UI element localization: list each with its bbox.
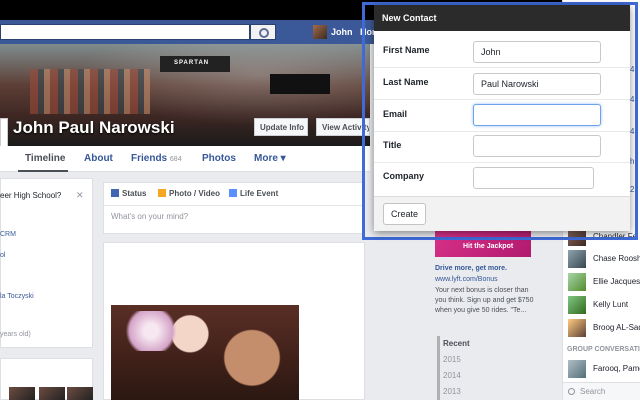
search-input[interactable] [0,24,250,40]
ad-title[interactable]: Drive more, get more. [435,265,507,272]
user-avatar[interactable] [313,25,327,39]
title-field[interactable] [473,135,601,157]
chat-contact-name: Ellie Jacques [593,277,640,286]
tab-photos[interactable]: Photos [202,153,236,164]
year-rail [437,336,440,400]
divider [374,67,630,68]
chat-contact-name: Chase Roosh [593,254,640,263]
chat-contact-name: Broog AL-Sad [593,323,640,332]
first-name-label: First Name [383,45,430,55]
new-contact-dialog: New Contact First Name Last Name Email T… [374,5,630,231]
avatar [568,273,586,291]
tab-friends[interactable]: Friends 684 [131,153,182,164]
life-event-option[interactable]: Life Event [229,189,278,198]
cover-banner-text: SPARTAN [174,60,210,66]
photo-video-label: Photo / Video [169,189,220,198]
create-button[interactable]: Create [383,203,426,225]
tab-more[interactable]: More ▾ [254,153,286,164]
photo-video-option[interactable]: Photo / Video [158,189,220,198]
left-photos-card [0,358,93,400]
divider [374,131,630,132]
year-item[interactable]: 2014 [443,371,461,380]
dialog-footer: Create [374,196,630,231]
profile-name[interactable]: John Paul Narowski [13,118,175,138]
intro-age: years old) [0,331,31,338]
title-label: Title [383,140,402,150]
divider [104,205,366,206]
email-label: Email [383,109,408,119]
company-label: Company [383,171,425,181]
profile-tabs: Timeline About Friends 684 Photos More ▾ [0,146,370,172]
email-field[interactable] [473,104,601,126]
year-item[interactable]: 2013 [443,387,461,396]
flag-icon [229,189,237,197]
intro-question: eer High School? [0,191,62,200]
ad-body: Your next bonus is closer than you think… [435,287,534,314]
pencil-icon [111,189,119,197]
chat-search-label: Search [580,387,606,396]
left-intro-card [0,178,93,348]
update-info-button[interactable]: Update Info [254,118,308,136]
camera-icon [158,189,166,197]
friends-count: 684 [169,156,182,163]
tab-timeline[interactable]: Timeline [25,153,65,164]
divider [374,99,630,100]
chat-contact[interactable]: Broog AL-Sad [566,319,640,337]
tab-about[interactable]: About [84,153,113,164]
last-name-label: Last Name [383,77,429,87]
cover-crowd [30,69,150,114]
photo-thumb[interactable] [39,387,65,400]
life-event-label: Life Event [240,189,279,198]
group-conversations-header: GROUP CONVERSATI [567,346,640,353]
avatar [568,296,586,314]
ad-url[interactable]: www.lyft.com/Bonus [435,276,498,283]
last-name-field[interactable] [473,73,601,95]
first-name-field[interactable] [473,41,601,63]
year-recent[interactable]: Recent [443,339,470,348]
tab-friends-label: Friends [131,153,168,164]
post-composer: Status Photo / Video Life Event What's o… [103,182,366,234]
chat-search[interactable]: Search [563,382,640,400]
cover-banner: SPARTAN [160,56,230,72]
tab-active-indicator [18,170,68,172]
year-item[interactable]: 2015 [443,355,461,364]
post-photo[interactable] [111,305,299,400]
timeline-post [103,242,365,400]
composer-input[interactable]: What's on your mind? [111,212,188,221]
company-field[interactable] [473,167,594,189]
status-option[interactable]: Status [111,189,146,198]
intro-link[interactable]: ol [0,252,5,259]
intro-link[interactable]: la Toczyski [0,293,34,300]
chat-contact-name: Kelly Lunt [593,300,629,309]
dialog-title: New Contact [382,13,437,23]
photo-thumb[interactable] [67,387,93,400]
dialog-header: New Contact [374,5,630,31]
photo-thumb[interactable] [9,387,35,400]
search-icon [568,388,575,395]
avatar [568,250,586,268]
intro-link[interactable]: CRM [0,231,16,238]
chat-contact[interactable]: Ellie Jacques [566,273,640,291]
avatar [568,360,586,378]
divider [374,162,630,163]
search-icon[interactable] [250,24,276,40]
cover-banner-2 [270,74,330,94]
chat-contact[interactable]: Chase Roosh [566,250,640,268]
avatar [568,319,586,337]
status-label: Status [122,189,147,198]
group-conversation[interactable]: Farooq, Pame [566,360,640,378]
ad-image-caption: Hit the Jackpot [463,243,514,250]
top-user-link[interactable]: John [331,27,353,37]
chat-contact[interactable]: Kelly Lunt [566,296,640,314]
group-conversation-name: Farooq, Pame [593,364,640,373]
close-icon[interactable]: ✕ [76,190,84,201]
